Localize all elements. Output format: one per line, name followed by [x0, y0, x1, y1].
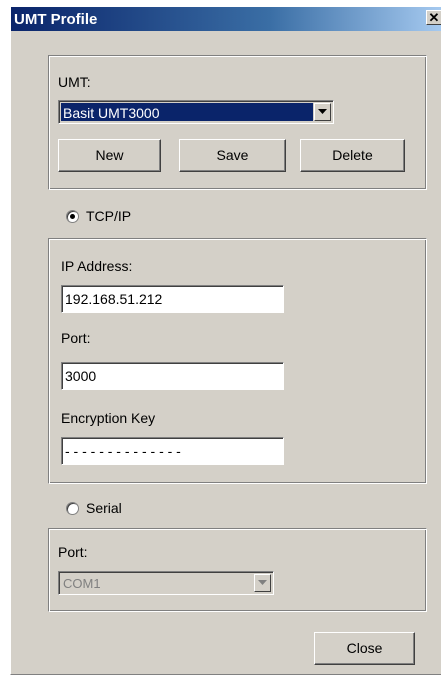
- encryption-key-field[interactable]: - - - - - - - - - - - - - -: [61, 437, 284, 465]
- umt-profile-dialog: UMT Profile ✕ UMT: Basit UMT3000 New Sav…: [10, 7, 441, 675]
- window-title: UMT Profile: [14, 11, 98, 28]
- new-button[interactable]: New: [58, 139, 161, 172]
- serial-port-value: COM1: [63, 576, 101, 591]
- save-button[interactable]: Save: [179, 139, 286, 172]
- serial-port-label: Port:: [58, 544, 88, 560]
- close-icon[interactable]: ✕: [426, 10, 441, 25]
- umt-select-value: Basit UMT3000: [61, 103, 313, 121]
- delete-button[interactable]: Delete: [300, 139, 405, 172]
- title-bar[interactable]: UMT Profile ✕: [11, 7, 441, 31]
- ip-address-field[interactable]: 192.168.51.212: [61, 285, 284, 313]
- serial-radio[interactable]: [66, 502, 79, 515]
- serial-radio-label[interactable]: Serial: [86, 500, 122, 516]
- port-label: Port:: [61, 330, 91, 346]
- umt-label: UMT:: [58, 74, 91, 90]
- serial-port-select[interactable]: COM1: [58, 571, 274, 595]
- ip-address-label: IP Address:: [61, 258, 133, 274]
- tcpip-radio[interactable]: [66, 210, 79, 223]
- serial-group: [48, 528, 427, 612]
- tcpip-radio-label[interactable]: TCP/IP: [86, 208, 131, 224]
- encryption-key-label: Encryption Key: [61, 410, 156, 426]
- chevron-down-icon[interactable]: [314, 103, 331, 121]
- chevron-down-icon[interactable]: [254, 574, 271, 592]
- close-button[interactable]: Close: [314, 632, 415, 665]
- port-field[interactable]: 3000: [61, 362, 284, 390]
- radio-selected-dot: [70, 214, 75, 219]
- umt-select[interactable]: Basit UMT3000: [58, 100, 334, 124]
